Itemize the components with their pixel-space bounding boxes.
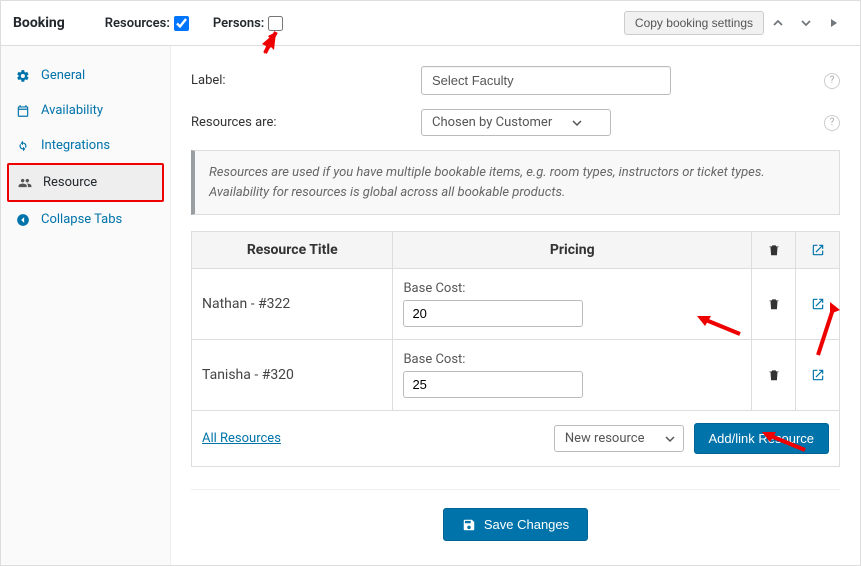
label-input[interactable] [421,66,671,95]
sidebar-item-resource[interactable]: Resource [9,165,162,200]
resources-checkbox[interactable] [174,16,189,31]
sidebar-item-availability[interactable]: Availability [1,93,170,128]
people-icon [17,176,33,190]
calendar-icon [15,104,31,118]
sidebar-item-collapse-tabs[interactable]: Collapse Tabs [1,202,170,237]
save-changes-button[interactable]: Save Changes [443,508,588,541]
resources-toggle-label[interactable]: Resources: [105,16,189,31]
base-cost-label: Base Cost: [403,352,741,367]
label-field-label: Label: [191,73,421,88]
panel-menu-button[interactable] [820,9,848,37]
sidebar: General Availability Integrations [1,46,171,565]
resources-table: Resource Title Pricing [191,231,840,411]
base-cost-input[interactable] [403,371,583,398]
pricing-cell: Base Cost: [393,269,752,340]
resources-are-select[interactable]: Chosen by Customer [421,109,611,136]
pricing-cell: Base Cost: [393,340,752,411]
all-resources-link[interactable]: All Resources [202,431,281,446]
sidebar-item-label: General [41,68,85,83]
help-icon[interactable]: ? [824,73,840,89]
resource-title-cell: Tanisha - #320 [192,340,393,411]
persons-label: Persons: [213,16,264,31]
add-link-resource-button[interactable]: Add/link Resource [694,423,830,454]
info-box: Resources are used if you have multiple … [191,150,840,215]
resource-title-cell: Nathan - #322 [192,269,393,340]
resources-label: Resources: [105,16,170,31]
sidebar-item-integrations[interactable]: Integrations [1,128,170,163]
sidebar-item-label: Availability [41,103,103,118]
sidebar-item-general[interactable]: General [1,58,170,93]
col-header-pricing: Pricing [393,232,752,269]
delete-row-button[interactable] [756,368,791,382]
persons-toggle-label[interactable]: Persons: [213,16,283,31]
resources-are-value: Chosen by Customer [432,115,552,130]
chevron-down-icon [572,118,582,128]
arrow-left-icon [15,213,31,227]
table-row: Nathan - #322 Base Cost: [192,269,840,340]
collapse-up-button[interactable] [764,9,792,37]
gear-icon [15,69,31,83]
col-header-link [796,232,840,269]
table-row: Tanisha - #320 Base Cost: [192,340,840,411]
col-header-title: Resource Title [192,232,393,269]
expand-down-button[interactable] [792,9,820,37]
external-link-icon [800,243,835,257]
base-cost-input[interactable] [403,300,583,327]
sidebar-item-label: Integrations [41,138,110,153]
panel-title: Booking [13,15,65,31]
trash-icon [756,243,791,257]
sidebar-item-label: Resource [43,175,97,190]
help-icon[interactable]: ? [824,115,840,131]
sidebar-item-label: Collapse Tabs [41,212,122,227]
open-resource-button[interactable] [800,297,835,311]
new-resource-select[interactable]: New resource [554,425,684,452]
delete-row-button[interactable] [756,297,791,311]
copy-booking-settings-button[interactable]: Copy booking settings [624,11,764,35]
chevron-down-icon [665,434,675,444]
persons-checkbox[interactable] [268,16,283,31]
refresh-icon [15,139,31,153]
open-resource-button[interactable] [800,368,835,382]
col-header-delete [752,232,796,269]
save-icon [462,518,476,532]
resources-are-label: Resources are: [191,115,421,130]
new-resource-value: New resource [565,431,645,446]
save-label: Save Changes [484,517,569,532]
base-cost-label: Base Cost: [403,281,741,296]
